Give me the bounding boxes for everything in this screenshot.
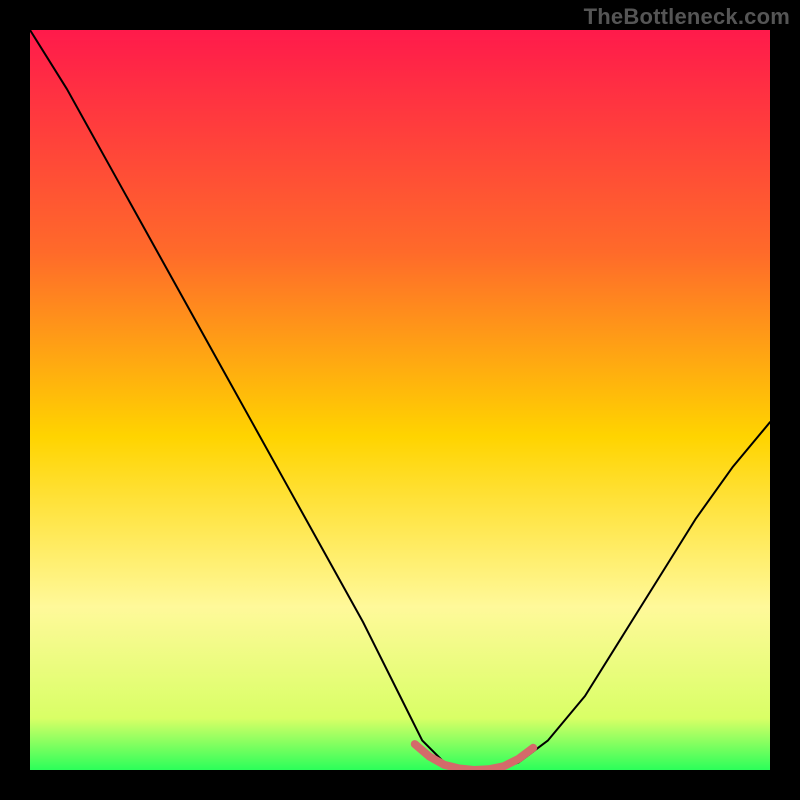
plot-area bbox=[30, 30, 770, 770]
gradient-background bbox=[30, 30, 770, 770]
watermark-text: TheBottleneck.com bbox=[584, 4, 790, 30]
chart-frame: TheBottleneck.com bbox=[0, 0, 800, 800]
chart-svg bbox=[30, 30, 770, 770]
